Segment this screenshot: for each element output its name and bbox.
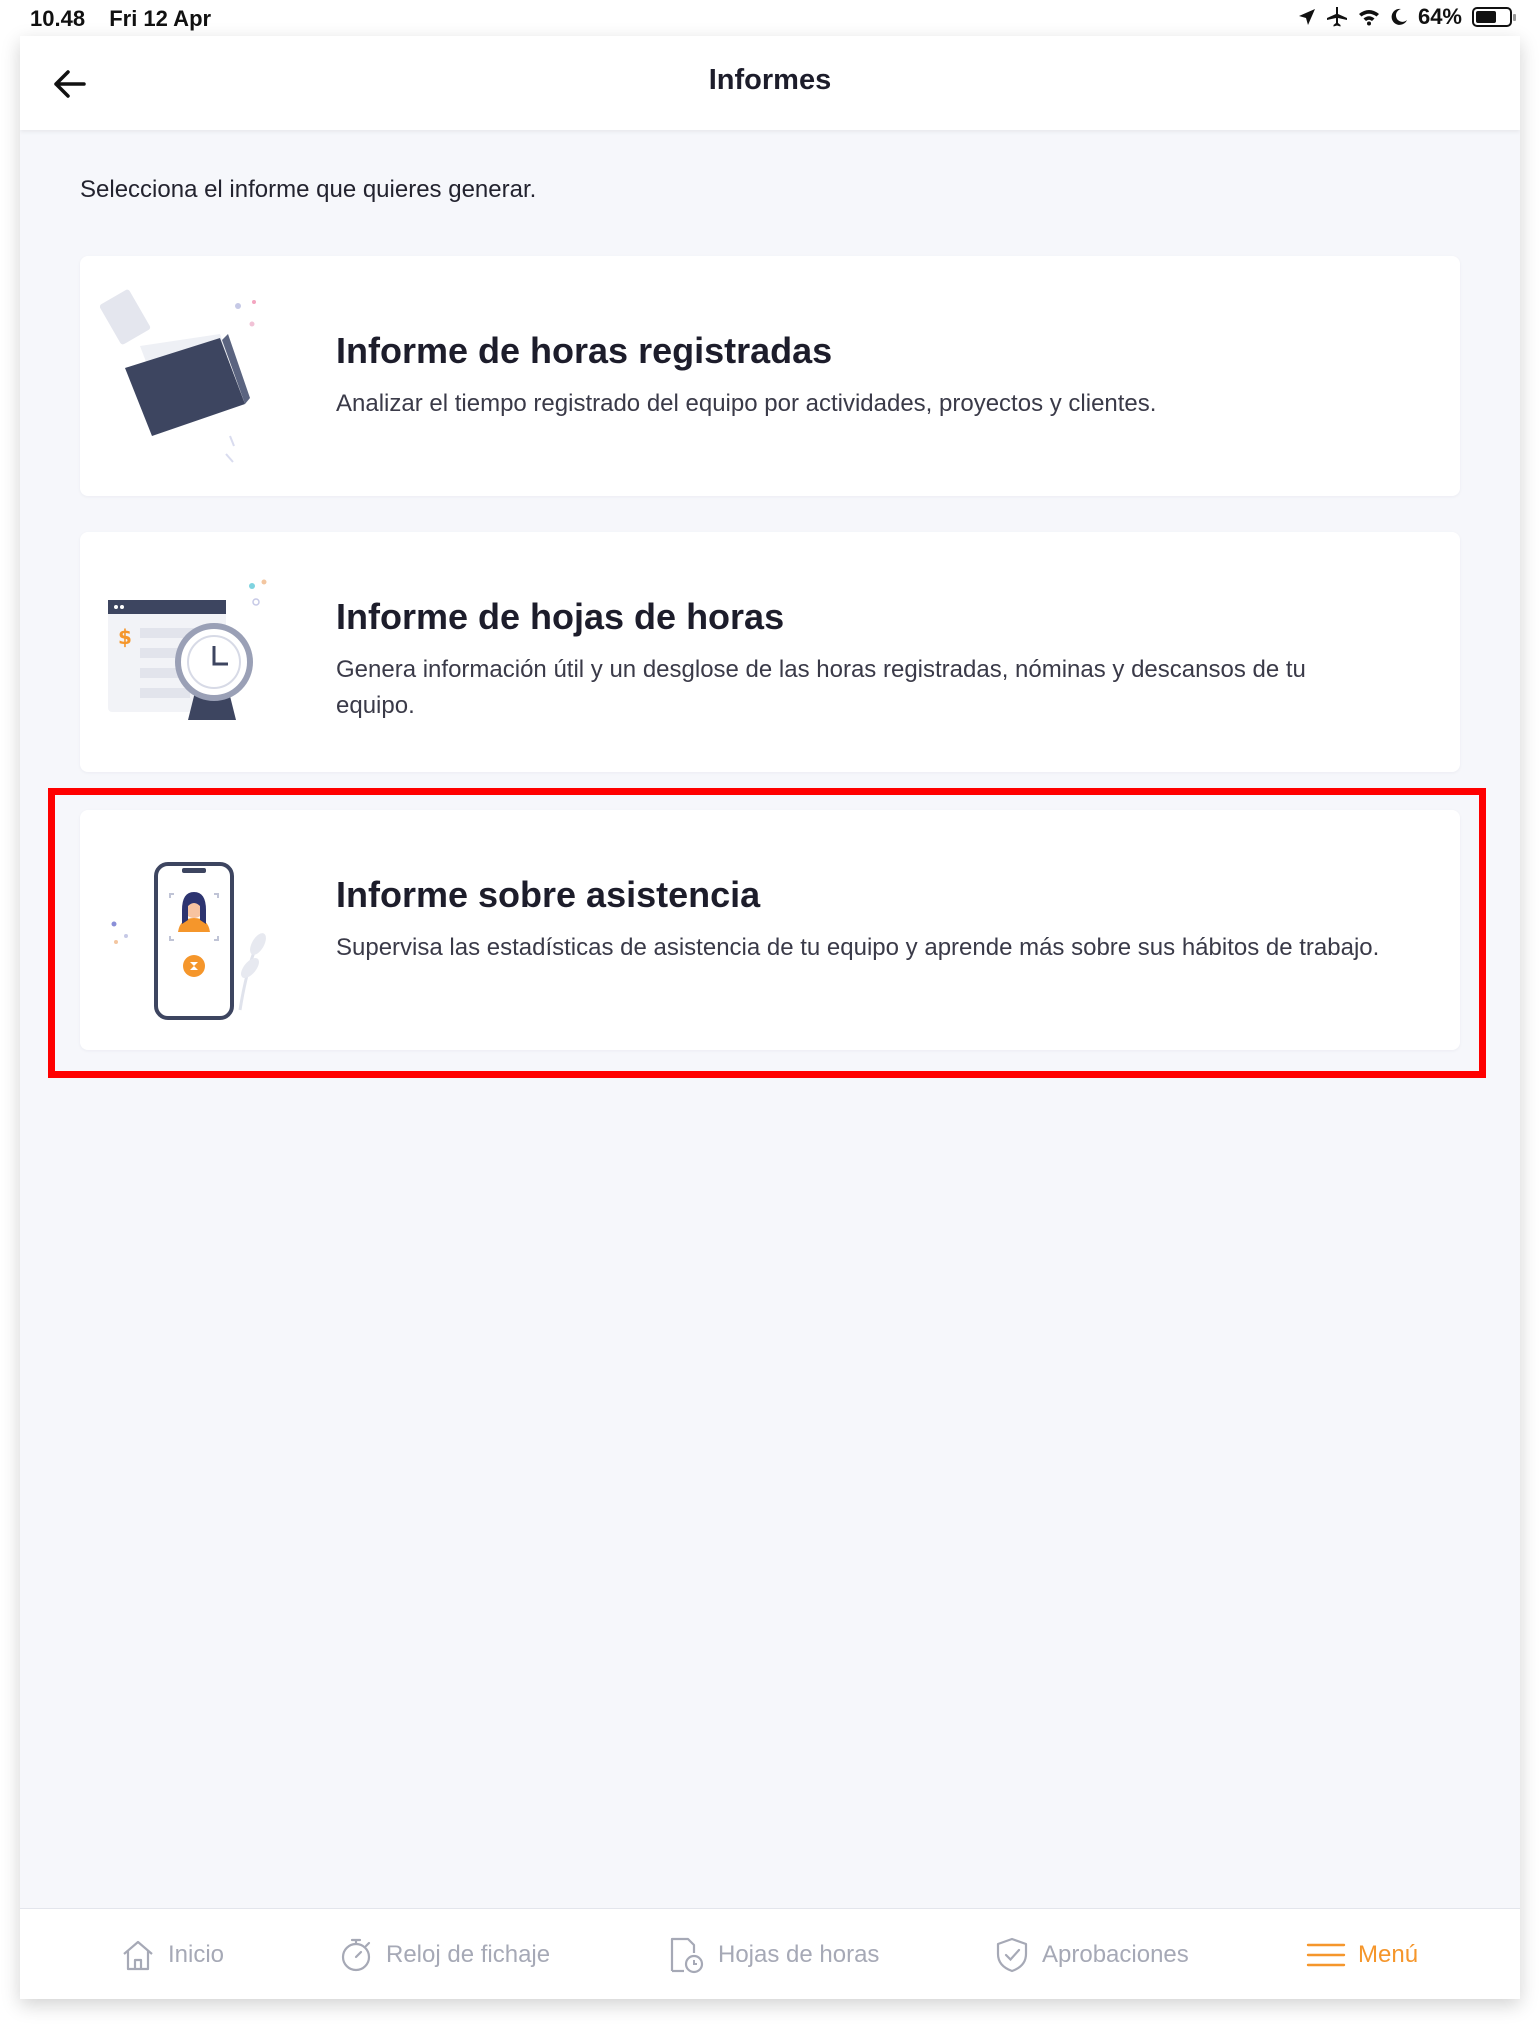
card-title: Informe sobre asistencia bbox=[336, 874, 761, 915]
header: Informes bbox=[20, 36, 1520, 130]
battery-percent: 64% bbox=[1417, 4, 1462, 29]
wifi-icon bbox=[1358, 10, 1379, 26]
battery-icon bbox=[1472, 7, 1516, 27]
timesheet-icon bbox=[670, 1937, 704, 1973]
battery-fill bbox=[1476, 11, 1497, 23]
intro-text: Selecciona el informe que quieres genera… bbox=[80, 176, 537, 203]
status-bar: 10.48 Fri 12 Apr 64% bbox=[0, 0, 1540, 36]
home-icon bbox=[123, 1940, 153, 1970]
report-card-hours[interactable]: Informe de horas registradas Analizar el… bbox=[80, 256, 1460, 496]
card-description: Analizar el tiempo registrado del equipo… bbox=[336, 390, 1157, 417]
status-date: Fri 12 Apr bbox=[109, 6, 212, 31]
menu-icon bbox=[1306, 1943, 1346, 1966]
tab-menu[interactable]: Menú bbox=[1306, 1909, 1418, 1999]
card-title: Informe de horas registradas bbox=[336, 330, 833, 371]
stopwatch-icon bbox=[341, 1938, 371, 1971]
report-card-timesheets[interactable]: $ Informe de hojas de horas Genera infor… bbox=[80, 532, 1460, 772]
folder-illustration-icon bbox=[100, 289, 256, 463]
tab-label: Hojas de horas bbox=[718, 1940, 880, 1968]
tab-label: Inicio bbox=[168, 1940, 225, 1968]
card-text: Informe sobre asistencia Supervisa las e… bbox=[336, 874, 1386, 966]
tab-inicio[interactable]: Inicio bbox=[120, 1909, 224, 1999]
card-description: Supervisa las estadísticas de asistencia… bbox=[336, 934, 1380, 961]
tab-label: Aprobaciones bbox=[1042, 1940, 1189, 1968]
status-right: 64% bbox=[1298, 4, 1516, 30]
shield-check-icon bbox=[996, 1937, 1028, 1972]
airplane-icon bbox=[1326, 7, 1347, 27]
status-left: 10.48 Fri 12 Apr bbox=[30, 6, 229, 32]
tab-label: Menú bbox=[1358, 1940, 1419, 1968]
phone-attendance-illustration-icon bbox=[111, 862, 266, 1020]
app-window: Informes Selecciona el informe que quier… bbox=[20, 36, 1520, 1999]
location-arrow-icon bbox=[1298, 9, 1315, 25]
status-time: 10.48 bbox=[30, 6, 86, 31]
tab-bar: Inicio Reloj de fichaje Hojas de horas A… bbox=[20, 1908, 1520, 1999]
page-title: Informes bbox=[708, 64, 832, 96]
timesheet-clock-illustration-icon: $ bbox=[108, 579, 267, 720]
report-card-attendance[interactable]: Informe sobre asistencia Supervisa las e… bbox=[80, 810, 1460, 1050]
tab-reloj-de-fichaje[interactable]: Reloj de fichaje bbox=[338, 1909, 550, 1999]
card-text: Informe de hojas de horas Genera informa… bbox=[336, 596, 1386, 724]
tab-label: Reloj de fichaje bbox=[386, 1940, 551, 1968]
svg-text:$: $ bbox=[118, 625, 132, 649]
tab-aprobaciones[interactable]: Aprobaciones bbox=[994, 1909, 1189, 1999]
moon-icon bbox=[1391, 8, 1407, 25]
card-title: Informe de hojas de horas bbox=[336, 596, 785, 637]
card-text: Informe de horas registradas Analizar el… bbox=[336, 330, 1386, 422]
card-description: Genera información útil y un desglose de… bbox=[336, 656, 1306, 719]
tab-hojas-de-horas[interactable]: Hojas de horas bbox=[666, 1909, 879, 1999]
